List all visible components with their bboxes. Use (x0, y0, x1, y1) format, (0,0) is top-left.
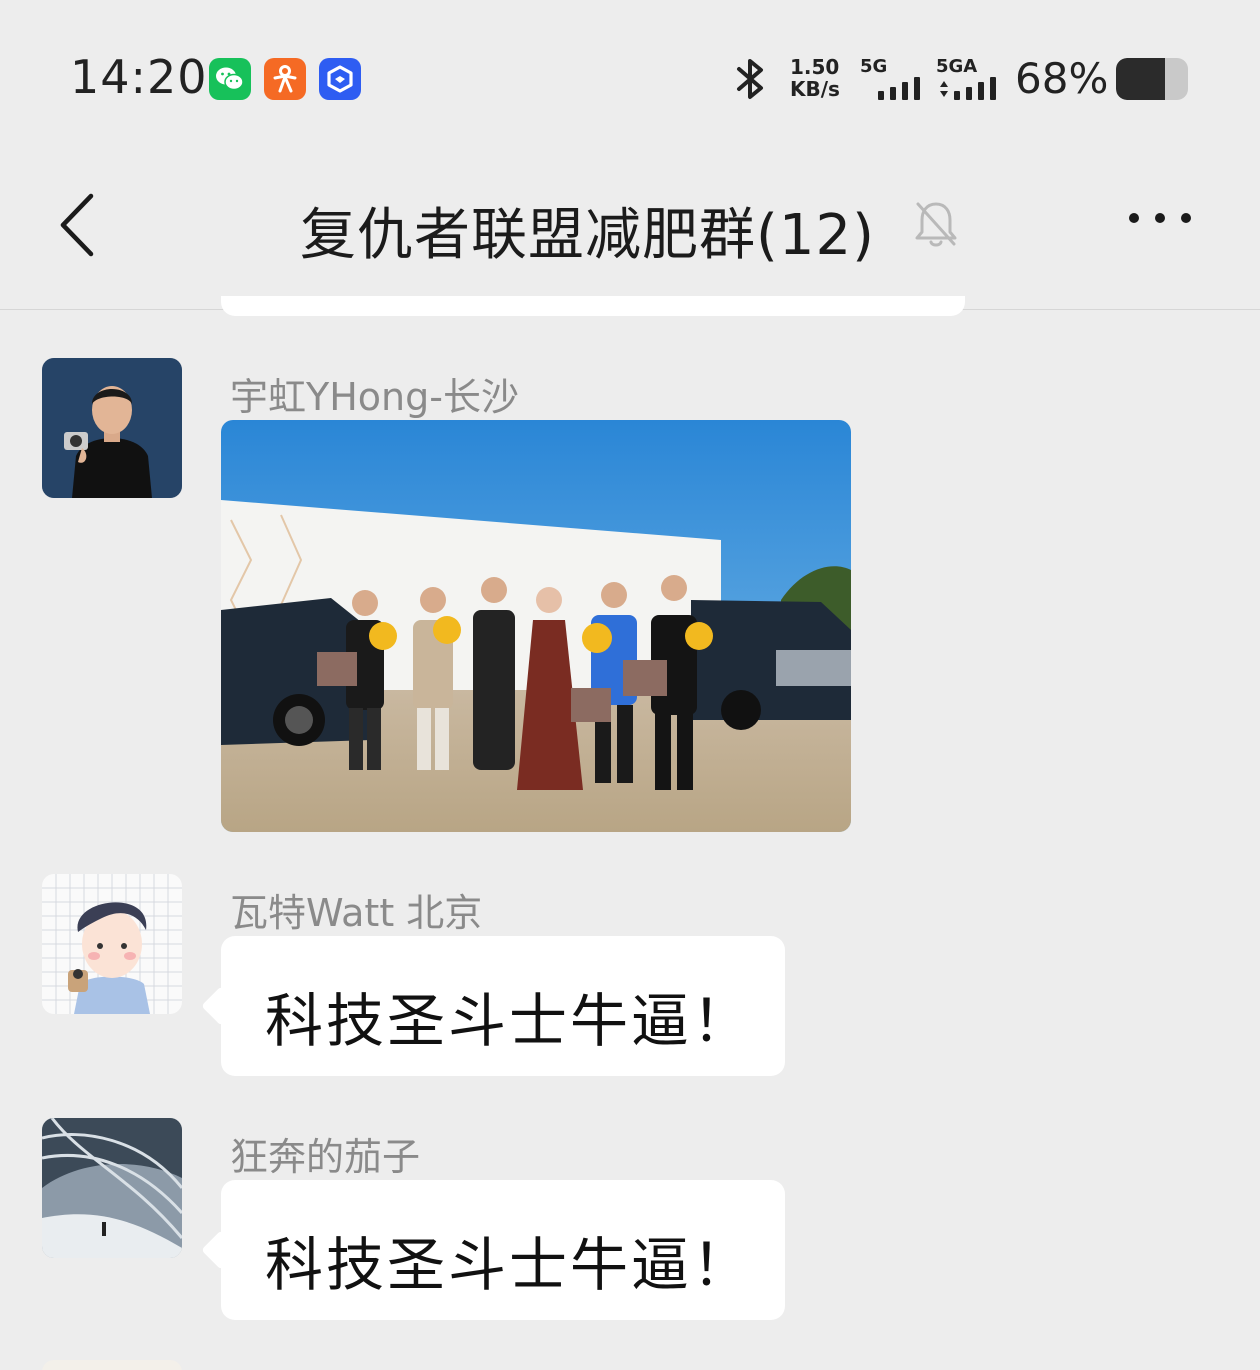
sender-name: 宇虹YHong-长沙 (230, 375, 519, 419)
more-dots-icon (1129, 213, 1191, 223)
message-bubble[interactable]: 科技圣斗士牛逼！ (221, 1180, 785, 1320)
chat-header: 复仇者联盟减肥群(12) (0, 150, 1260, 310)
wechat-icon (209, 58, 251, 100)
chevron-left-icon (60, 193, 94, 257)
car-delivery-group-photo[interactable] (221, 420, 851, 832)
cartoon-boy-avatar[interactable] (42, 874, 182, 1014)
blue-app-icon (319, 58, 361, 100)
people-app-icon (264, 58, 306, 100)
sender-name: 狂奔的茄子 (230, 1135, 421, 1179)
mute-bell-icon (912, 198, 960, 254)
chat-title: 复仇者联盟减肥群(12) (300, 203, 875, 268)
signal-bars-icon (940, 77, 996, 100)
battery-fill (1116, 58, 1165, 100)
signal-5g-label: 5G (860, 56, 888, 77)
network-speed-value: 1.50 (790, 55, 840, 79)
battery-icon (1116, 58, 1188, 100)
sender-name: 瓦特Watt 北京 (230, 891, 483, 935)
message-bubble[interactable]: 科技圣斗士牛逼！ (221, 936, 785, 1076)
previous-message-bubble[interactable] (221, 296, 965, 316)
status-bar: 14:20 1.50 KB/s 5G 5GA 68% (0, 0, 1260, 150)
signal-bars-icon (878, 77, 920, 100)
network-speed: 1.50 KB/s (790, 56, 840, 100)
architecture-photo-avatar[interactable] (42, 1118, 182, 1258)
bluetooth-icon (733, 56, 769, 106)
more-options-button[interactable] (1128, 210, 1192, 230)
network-speed-unit: KB/s (790, 77, 840, 101)
signal-5ga-label: 5GA (936, 56, 978, 77)
message-text: 科技圣斗士牛逼！ (265, 987, 754, 1055)
message-text: 科技圣斗士牛逼！ (265, 1231, 754, 1299)
man-with-camera-avatar[interactable] (42, 358, 182, 498)
battery-percent: 68% (1015, 54, 1109, 103)
status-time: 14:20 (70, 50, 208, 104)
back-button[interactable] (55, 192, 99, 262)
next-message-avatar[interactable] (42, 1360, 182, 1370)
